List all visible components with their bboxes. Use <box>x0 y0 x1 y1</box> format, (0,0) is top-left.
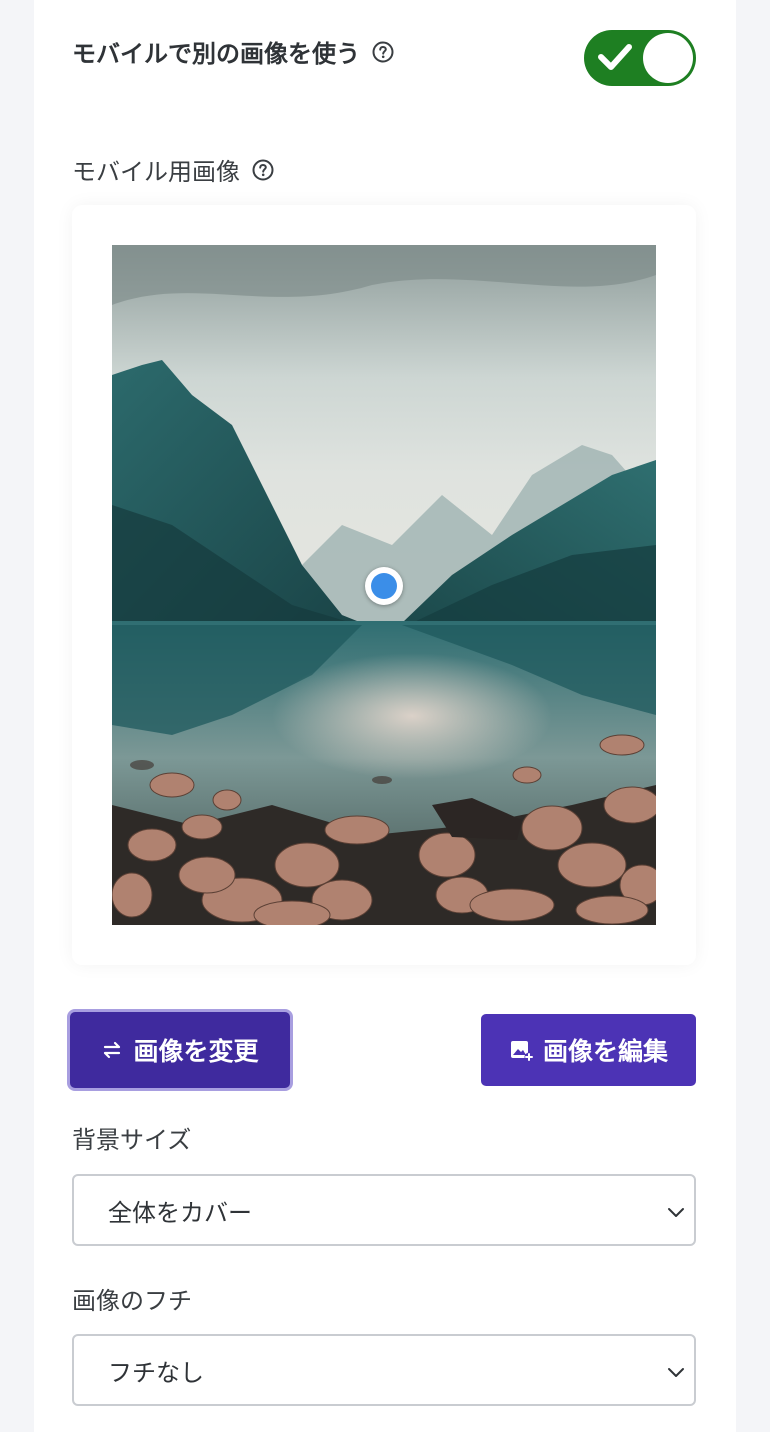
checkmark-icon <box>598 44 632 70</box>
focal-point-handle[interactable] <box>365 567 403 605</box>
image-border-label: 画像のフチ <box>72 1281 192 1316</box>
help-icon[interactable] <box>252 159 274 181</box>
mobile-toggle-label-text: モバイルで別の画像を使う <box>72 40 360 68</box>
chevron-down-icon <box>668 1368 684 1377</box>
edit-image-button[interactable]: 画像を編集 <box>481 1014 696 1086</box>
image-border-select[interactable]: フチなし <box>72 1334 696 1406</box>
mobile-toggle-label: モバイルで別の画像を使う <box>72 34 394 69</box>
chevron-down-icon <box>668 1208 684 1217</box>
background-size-label: 背景サイズ <box>72 1120 191 1155</box>
image-edit-icon <box>509 1038 533 1062</box>
change-image-label: 画像を変更 <box>133 1037 259 1066</box>
mobile-image-label-text: モバイル用画像 <box>72 158 240 186</box>
background-size-label-text: 背景サイズ <box>72 1126 192 1154</box>
background-size-select[interactable]: 全体をカバー <box>72 1174 696 1246</box>
background-size-value: 全体をカバー <box>108 1198 252 1227</box>
image-preview-card <box>72 205 696 965</box>
edit-image-label: 画像を編集 <box>542 1037 668 1066</box>
image-border-value: フチなし <box>108 1358 204 1387</box>
mobile-image-label: モバイル用画像 <box>72 152 274 187</box>
image-border-label-text: 画像のフチ <box>72 1287 192 1315</box>
mobile-image-toggle-row: モバイルで別の画像を使う <box>72 30 696 86</box>
help-icon[interactable] <box>372 41 394 63</box>
change-image-button[interactable]: 画像を変更 <box>70 1012 290 1088</box>
swap-icon <box>101 1041 123 1059</box>
mobile-image-preview[interactable] <box>112 245 656 925</box>
toggle-knob <box>643 33 693 83</box>
mobile-image-toggle[interactable] <box>584 30 696 86</box>
